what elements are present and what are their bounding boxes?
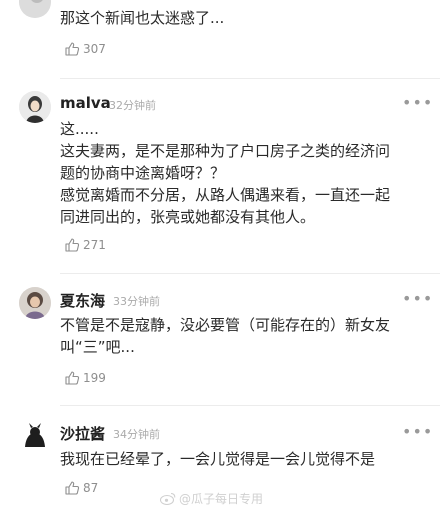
comment-line: 这.....	[60, 120, 99, 138]
like-count: 199	[83, 371, 106, 385]
timestamp: 34分钟前	[113, 428, 160, 441]
like-count: 87	[83, 481, 99, 495]
thumbs-up-icon	[65, 481, 80, 495]
thumbs-up-icon	[65, 238, 80, 252]
divider	[60, 405, 440, 406]
avatar[interactable]	[19, 420, 51, 452]
comment-text: 那这个新闻也太迷惑了...	[60, 7, 224, 29]
avatar-image	[19, 420, 51, 452]
more-dots-icon[interactable]: •••	[402, 93, 433, 112]
comment-line: 我现在已经晕了，一会儿觉得是一会儿觉得不是	[60, 450, 376, 468]
comment-line: 叫“三”吧...	[60, 338, 135, 356]
comment-text: 我现在已经晕了，一会儿觉得是一会儿觉得不是	[60, 448, 375, 470]
watermark-text: @瓜子每日专用	[179, 492, 264, 506]
like-count: 271	[83, 238, 106, 252]
avatar[interactable]	[19, 91, 51, 123]
avatar[interactable]	[19, 0, 51, 18]
comment-line: 同进同出的，张亮或她都没有其他人。	[60, 208, 316, 226]
like-count: 307	[83, 42, 106, 56]
thumbs-up-icon	[65, 371, 80, 385]
comment-line: 这夫妻两，是不是那种为了户口房子之类的经济问	[60, 142, 391, 160]
comment-line: 题的协商中途离婚呀？？	[60, 164, 226, 182]
avatar-image	[19, 287, 51, 319]
comment-line: 感觉离婚而不分居，从路人偶遇来看，一直还一起	[60, 186, 391, 204]
thumbs-up-icon	[65, 42, 80, 56]
like-button[interactable]: 199	[64, 370, 106, 386]
avatar[interactable]	[19, 287, 51, 319]
watermark: @瓜子每日专用	[160, 490, 263, 507]
username[interactable]: 夏东海	[60, 290, 105, 311]
avatar-image	[19, 91, 51, 123]
timestamp: 32分钟前	[109, 99, 156, 112]
divider	[60, 273, 440, 274]
more-dots-icon[interactable]: •••	[402, 289, 433, 308]
comment-line: 不管是不是寇静，没必要管（可能存在的）新女友	[60, 316, 391, 334]
username[interactable]: malva	[60, 94, 111, 112]
timestamp: 33分钟前	[113, 295, 160, 308]
comment-line: 那这个新闻也太迷惑了...	[60, 9, 225, 27]
divider	[60, 78, 440, 79]
more-dots-icon[interactable]: •••	[402, 422, 433, 441]
comment-text: 不管是不是寇静，没必要管（可能存在的）新女友 叫“三”吧...	[60, 314, 390, 358]
weibo-logo-icon	[160, 492, 176, 505]
like-button[interactable]: 307	[64, 41, 106, 57]
comment-text: 这..... 这夫妻两，是不是那种为了户口房子之类的经济问 题的协商中途离婚呀？…	[60, 118, 390, 228]
like-button[interactable]: 87	[64, 480, 98, 496]
avatar-image	[19, 0, 51, 18]
like-button[interactable]: 271	[64, 237, 106, 253]
username[interactable]: 沙拉酱	[60, 423, 105, 444]
